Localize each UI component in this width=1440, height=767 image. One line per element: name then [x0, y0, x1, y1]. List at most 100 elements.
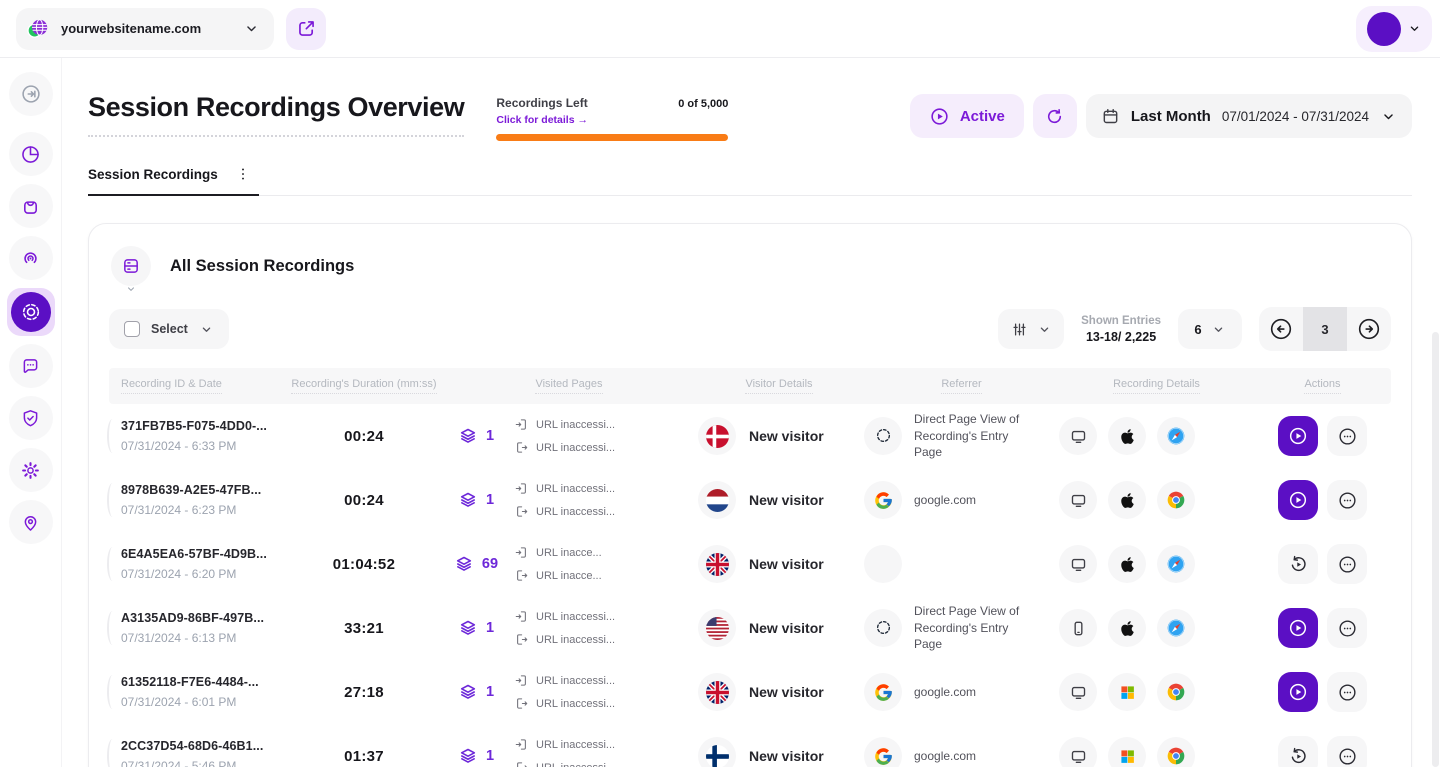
sidebar-item-feedback[interactable] — [9, 344, 53, 388]
recording-id[interactable]: 371FB7B5-F075-4DD0-... — [121, 419, 284, 433]
open-site-button[interactable] — [286, 8, 326, 50]
exit-url[interactable]: URL inaccessi... — [536, 506, 615, 518]
vertical-scrollbar[interactable] — [1432, 332, 1439, 767]
card-title: All Session Recordings — [170, 257, 354, 276]
recording-id[interactable]: 61352118-F7E6-4484-... — [121, 675, 284, 689]
recording-id[interactable]: A3135AD9-86BF-497B... — [121, 611, 284, 625]
replay-recording-button[interactable] — [1278, 736, 1318, 767]
site-selector[interactable]: yourwebsitename.com — [16, 8, 274, 50]
entry-url-icon — [514, 545, 529, 560]
more-actions-button[interactable] — [1327, 736, 1367, 767]
recording-date: 07/31/2024 - 6:13 PM — [121, 631, 284, 645]
arrow-right-circle-icon — [1356, 316, 1382, 342]
recordings-left-progress-bar — [496, 134, 728, 141]
calendar-icon — [1101, 107, 1120, 126]
referrer-text: Direct Page View of Recording's Entry Pa… — [914, 603, 1036, 653]
tab-session-recordings[interactable]: Session Recordings — [88, 166, 259, 195]
table-row: A3135AD9-86BF-497B... 07/31/2024 - 6:13 … — [109, 596, 1391, 660]
play-recording-button[interactable] — [1278, 416, 1318, 456]
recording-duration: 01:37 — [284, 748, 444, 765]
refresh-icon — [1045, 107, 1064, 126]
session-recordings-icon — [11, 292, 51, 332]
entry-url-icon — [514, 673, 529, 688]
filter-dropdown[interactable] — [998, 309, 1064, 349]
refresh-button[interactable] — [1033, 94, 1077, 138]
play-recording-button[interactable] — [1278, 608, 1318, 648]
account-menu[interactable] — [1356, 6, 1432, 52]
desktop-device-icon — [1059, 417, 1097, 455]
website-globe-icon — [26, 17, 50, 41]
layers-icon — [454, 554, 474, 574]
database-icon — [121, 256, 141, 276]
prev-page-button[interactable] — [1259, 307, 1303, 351]
play-recording-button[interactable] — [1278, 672, 1318, 712]
more-actions-button[interactable] — [1327, 480, 1367, 520]
exit-url[interactable]: URL inacce... — [536, 570, 602, 582]
recording-date: 07/31/2024 - 6:23 PM — [121, 503, 284, 517]
select-dropdown[interactable]: Select — [109, 309, 229, 349]
exit-url[interactable]: URL inaccessi... — [536, 762, 615, 767]
referrer-text: google.com — [914, 748, 976, 765]
sidebar-item-dashboard[interactable] — [9, 132, 53, 176]
entry-url[interactable]: URL inaccessi... — [536, 675, 615, 687]
visitor-type: New visitor — [749, 556, 824, 572]
column-header: Visited Pages — [444, 378, 694, 394]
recording-id[interactable]: 8978B639-A2E5-47FB... — [121, 483, 284, 497]
windows-os-icon — [1108, 673, 1146, 711]
more-actions-button[interactable] — [1327, 672, 1367, 712]
united-states-flag-icon — [698, 609, 736, 647]
exit-url[interactable]: URL inaccessi... — [536, 698, 615, 710]
replay-recording-button[interactable] — [1278, 544, 1318, 584]
sidebar-item-location[interactable] — [9, 500, 53, 544]
column-header: Recording's Duration (mm:ss) — [284, 378, 444, 394]
sidebar-item-insights[interactable] — [9, 236, 53, 280]
next-page-button[interactable] — [1347, 307, 1391, 351]
page-size-dropdown[interactable]: 6 — [1178, 309, 1242, 349]
windows-os-icon — [1108, 737, 1146, 767]
recordings-left-details-link[interactable]: Click for details → — [496, 114, 588, 126]
recording-status-label: Active — [960, 108, 1005, 125]
recording-id[interactable]: 2CC37D54-68D6-46B1... — [121, 739, 284, 753]
sidebar-item-session-recordings[interactable] — [7, 288, 55, 336]
more-actions-button[interactable] — [1327, 608, 1367, 648]
entry-url[interactable]: URL inacce... — [536, 547, 602, 559]
recording-id[interactable]: 6E4A5EA6-57BF-4D9B... — [121, 547, 284, 561]
column-header: Recording Details — [1059, 378, 1254, 394]
more-actions-button[interactable] — [1327, 416, 1367, 456]
recording-status-button[interactable]: Active — [910, 94, 1024, 138]
entry-url[interactable]: URL inaccessi... — [536, 739, 615, 751]
date-range-picker[interactable]: Last Month 07/01/2024 - 07/31/2024 — [1086, 94, 1412, 138]
arrow-left-circle-icon — [1268, 316, 1294, 342]
column-header: Referrer — [864, 378, 1059, 394]
chat-icon — [20, 356, 41, 377]
table-row: 61352118-F7E6-4484-... 07/31/2024 - 6:01… — [109, 660, 1391, 724]
recordings-group-toggle[interactable] — [111, 246, 151, 286]
desktop-device-icon — [1059, 481, 1097, 519]
layers-icon — [458, 746, 478, 766]
page-title: Session Recordings Overview — [88, 92, 464, 137]
entry-url[interactable]: URL inaccessi... — [536, 419, 615, 431]
exit-url[interactable]: URL inaccessi... — [536, 634, 615, 646]
tab-bar: Session Recordings — [88, 166, 1412, 196]
safari-browser-icon — [1157, 417, 1195, 455]
table-row: 6E4A5EA6-57BF-4D9B... 07/31/2024 - 6:20 … — [109, 532, 1391, 596]
entry-url[interactable]: URL inaccessi... — [536, 483, 615, 495]
recording-duration: 00:24 — [284, 428, 444, 445]
desktop-device-icon — [1059, 673, 1097, 711]
empty-referrer-icon — [864, 545, 902, 583]
exit-url-icon — [514, 760, 529, 767]
entry-url-icon — [514, 481, 529, 496]
sidebar-item-settings[interactable] — [9, 448, 53, 492]
play-recording-button[interactable] — [1278, 480, 1318, 520]
kebab-menu-icon[interactable] — [235, 166, 251, 182]
sidebar-item-store[interactable] — [9, 184, 53, 228]
entry-url[interactable]: URL inaccessi... — [536, 611, 615, 623]
shield-check-icon — [20, 408, 41, 429]
sidebar-item-privacy[interactable] — [9, 396, 53, 440]
sidebar-item-collapse[interactable] — [9, 72, 53, 116]
select-checkbox[interactable] — [124, 321, 140, 337]
more-actions-button[interactable] — [1327, 544, 1367, 584]
macos-os-icon — [1108, 545, 1146, 583]
exit-url[interactable]: URL inaccessi... — [536, 442, 615, 454]
date-range-value: 07/01/2024 - 07/31/2024 — [1222, 109, 1369, 124]
